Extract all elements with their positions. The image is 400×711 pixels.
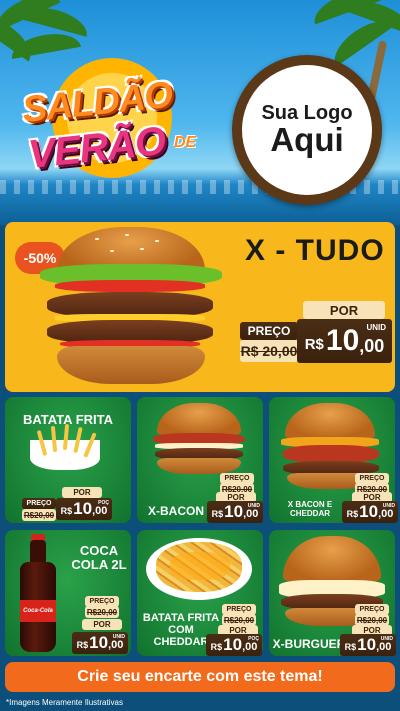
price-integer: 10 <box>357 635 377 654</box>
price-integer: 10 <box>359 502 379 521</box>
card-new-price: R$ 10 ,00 UNID <box>340 634 396 656</box>
card-new-price: R$ 10 ,00 UNID <box>72 632 128 654</box>
card-title: X-BACON <box>148 504 204 518</box>
hero-old-price: R$ 20,00 <box>240 340 298 362</box>
hero-product-title: X - TUDO <box>245 234 385 267</box>
card-new-price: R$ 10 ,00 POÇ <box>56 498 112 520</box>
price-unit: UNID <box>382 503 395 509</box>
price-cents: ,00 <box>242 641 258 653</box>
price-cents: ,00 <box>376 641 392 653</box>
card-new-price: R$ 10 ,00 UNID <box>207 501 263 523</box>
card-old-price: R$20,00 <box>85 606 119 618</box>
card-new-price: R$ 10 ,00 POÇ <box>206 634 262 656</box>
card-por-label: POR <box>62 487 102 498</box>
card-title: COCA COLA 2L <box>71 543 127 573</box>
price-integer: 10 <box>73 499 93 518</box>
card-por-label: POR <box>82 619 122 630</box>
price-cents: ,00 <box>108 639 124 651</box>
card-old-price: R$20,00 <box>22 509 56 521</box>
saldao-de-verao-logo: SALDÃO DE VERÃO <box>20 38 198 198</box>
card-preco-label: PREÇO <box>22 498 56 509</box>
price-unit: POÇ <box>98 500 109 506</box>
price-cents: ,00 <box>243 508 259 520</box>
currency: R$ <box>344 642 357 652</box>
card-new-price: R$ 10 ,00 UNID <box>342 501 398 523</box>
cheddar-drizzle <box>170 552 230 580</box>
price-integer: 10 <box>223 635 243 654</box>
price-cents: ,00 <box>359 336 385 356</box>
footnote-disclaimer: *Imagens Meramente Ilustrativas <box>6 698 123 707</box>
card-title: X BACON E CHEDDAR <box>287 500 333 518</box>
price-cents: ,00 <box>92 505 108 517</box>
coca-cola-bottle-image: Coca-Cola <box>20 534 56 652</box>
price-unit: UNID <box>366 323 386 332</box>
create-flyer-cta-button[interactable]: Crie seu encarte com este tema! <box>5 662 395 692</box>
brand-logo-placeholder: Sua Logo Aqui <box>232 55 382 205</box>
currency: R$ <box>210 642 223 652</box>
price-unit: UNID <box>247 503 260 509</box>
price-integer: 10 <box>224 502 244 521</box>
hero-new-price: R$ 10 ,00 UNID <box>297 319 392 363</box>
price-unit: UNID <box>112 634 125 640</box>
brand-line1: Sua Logo <box>261 101 353 124</box>
currency: R$ <box>60 506 73 516</box>
hero-por-label: POR <box>303 301 385 319</box>
price-integer: 10 <box>325 324 360 357</box>
price-cents: ,00 <box>378 508 394 520</box>
cola-label-text: Coca-Cola <box>20 600 56 622</box>
x-bacon-image <box>149 403 249 474</box>
currency: R$ <box>76 640 89 650</box>
price-unit: POÇ <box>248 636 259 642</box>
currency: R$ <box>211 509 224 519</box>
brand-line2: Aqui <box>270 120 344 158</box>
hero-offer-card[interactable]: -50% X - TUDO POR PREÇO R$ 20,00 R$ 10 ,… <box>5 222 395 392</box>
price-integer: 10 <box>89 633 109 652</box>
currency: R$ <box>346 509 359 519</box>
hero-preco-label: PREÇO <box>240 322 298 340</box>
burger-image <box>35 222 235 392</box>
price-unit: UNID <box>380 636 393 642</box>
currency: R$ <box>304 336 324 353</box>
card-title: X-BURGUER <box>272 637 346 651</box>
brand-logo-inner: Sua Logo Aqui <box>242 65 372 195</box>
